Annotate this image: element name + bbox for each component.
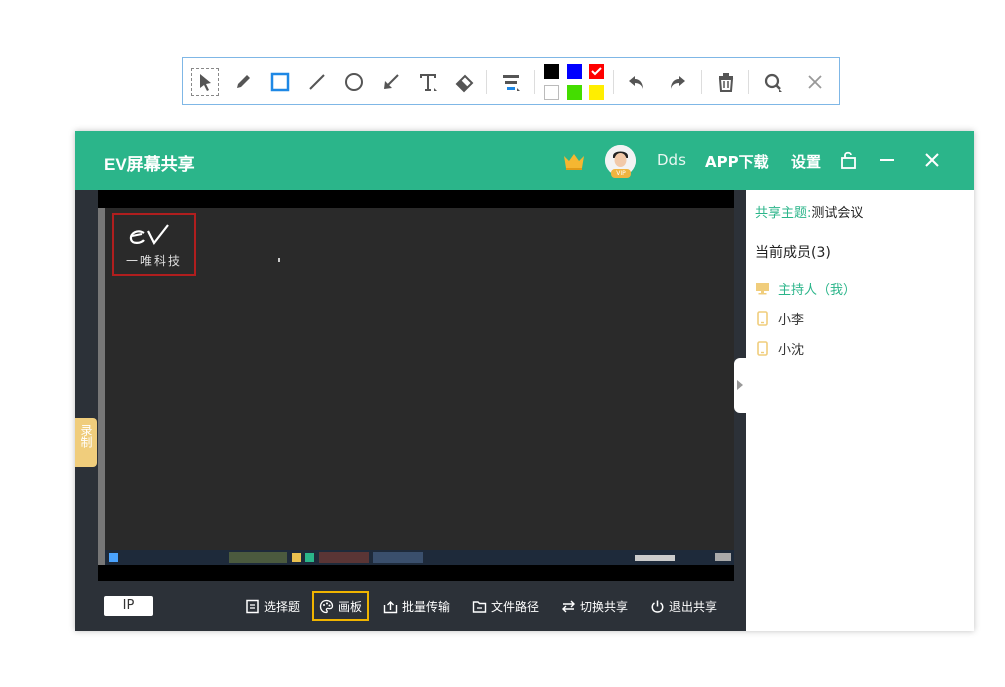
unlock-icon [838, 149, 860, 171]
member-item-xiaoli[interactable]: 小李 [755, 309, 804, 328]
shared-screen-area: 一唯科技 录制 [75, 190, 746, 581]
switch-share-label: 切换共享 [580, 598, 628, 615]
quiz-button-label: 选择题 [264, 598, 300, 615]
monitor-icon [755, 281, 770, 296]
file-path-label: 文件路径 [491, 598, 539, 615]
whiteboard-button[interactable]: 画板 [312, 591, 369, 621]
line-tool[interactable] [303, 68, 331, 96]
whiteboard-button-label: 画板 [338, 598, 362, 615]
pencil-icon [232, 71, 254, 93]
username[interactable]: Dds [657, 151, 686, 169]
eraser-tool[interactable] [451, 68, 479, 96]
ev-logo-icon [126, 219, 186, 249]
close-window-button[interactable] [921, 149, 943, 171]
select-tool[interactable] [191, 68, 219, 96]
member-name: 小沈 [778, 339, 804, 358]
trash-icon [715, 71, 737, 93]
app-download-link[interactable]: APP下载 [705, 151, 769, 172]
switch-share-button[interactable]: 切换共享 [561, 595, 628, 617]
share-topic: 共享主题:测试会议 [755, 202, 863, 221]
checkmark-icon [589, 64, 604, 79]
text-icon [417, 71, 439, 93]
pin-button[interactable] [838, 149, 860, 171]
exit-share-button[interactable]: 退出共享 [650, 595, 717, 617]
minimize-icon [876, 149, 898, 171]
screen-share-window: EV屏幕共享 VIP Dds APP下载 设置 [75, 131, 974, 631]
app-title: EV屏幕共享 [104, 150, 195, 175]
file-path-button[interactable]: 文件路径 [472, 595, 539, 617]
quiz-icon [245, 599, 260, 614]
vip-badge: VIP [611, 169, 631, 178]
color-black-swatch[interactable] [544, 64, 559, 79]
chevron-right-icon [737, 380, 743, 390]
line-icon [306, 71, 328, 93]
line-width-tool[interactable] [497, 68, 525, 96]
logo-text: 一唯科技 [114, 252, 194, 269]
member-name: 小李 [778, 309, 804, 328]
panel-collapse-toggle[interactable] [734, 358, 746, 413]
record-tab-label: 录制 [77, 424, 95, 448]
rectangle-icon [269, 71, 291, 93]
drawing-toolbar [182, 57, 840, 105]
magnifier-icon [762, 71, 784, 93]
batch-transfer-label: 批量传输 [402, 598, 450, 615]
upload-icon [383, 599, 398, 614]
folder-icon [472, 599, 487, 614]
close-icon [804, 71, 826, 93]
phone-icon [755, 341, 770, 356]
redo-icon [666, 71, 688, 93]
eraser-icon [454, 71, 476, 93]
wechat-icon [305, 553, 314, 562]
cursor-arrow-icon [194, 71, 216, 93]
switch-icon [561, 599, 576, 614]
color-yellow-swatch[interactable] [589, 85, 604, 100]
arrow-icon [380, 71, 402, 93]
member-name: 主持人（我） [778, 279, 856, 298]
member-item-host[interactable]: 主持人（我） [755, 279, 856, 298]
members-panel: 共享主题:测试会议 当前成员(3) 主持人（我） 小李 小沈 [746, 190, 974, 631]
text-tool[interactable] [414, 68, 442, 96]
zoom-button[interactable] [759, 68, 787, 96]
ip-button[interactable]: IP [104, 596, 153, 616]
color-green-swatch[interactable] [567, 85, 582, 100]
crown-icon[interactable] [562, 151, 586, 171]
company-logo: 一唯科技 [112, 213, 196, 276]
topic-label: 共享主题: [755, 206, 811, 221]
batch-transfer-button[interactable]: 批量传输 [383, 595, 450, 617]
line-width-icon [500, 71, 522, 93]
member-item-xiaoshen[interactable]: 小沈 [755, 339, 804, 358]
color-blue-swatch[interactable] [567, 64, 582, 79]
record-tab[interactable]: 录制 [75, 418, 97, 467]
arrow-tool[interactable] [377, 68, 405, 96]
close-icon [921, 149, 943, 171]
title-bar: EV屏幕共享 VIP Dds APP下载 设置 [75, 131, 974, 190]
remote-taskbar [105, 550, 734, 565]
exit-share-label: 退出共享 [669, 598, 717, 615]
windows-start-icon [109, 553, 118, 562]
palette-icon [319, 599, 334, 614]
rectangle-tool[interactable] [266, 68, 294, 96]
power-icon [650, 599, 665, 614]
topic-value: 测试会议 [811, 206, 863, 221]
phone-icon [755, 311, 770, 326]
bottom-action-bar: IP 选择题 画板 批量传输 文件路径 切换共享 退出共享 [75, 581, 746, 631]
folder-icon [292, 553, 301, 562]
close-toolbar-button[interactable] [801, 68, 829, 96]
color-red-swatch[interactable] [589, 64, 604, 79]
color-white-swatch[interactable] [544, 85, 559, 100]
redo-button[interactable] [663, 68, 691, 96]
circle-tool[interactable] [340, 68, 368, 96]
undo-icon [626, 71, 648, 93]
settings-link[interactable]: 设置 [791, 151, 821, 172]
delete-button[interactable] [712, 68, 740, 96]
undo-button[interactable] [623, 68, 651, 96]
members-header: 当前成员(3) [755, 242, 831, 262]
circle-icon [343, 71, 365, 93]
shared-screen-preview[interactable]: 一唯科技 [98, 208, 734, 565]
minimize-button[interactable] [876, 149, 898, 171]
pen-tool[interactable] [229, 68, 257, 96]
quiz-button[interactable]: 选择题 [245, 595, 300, 617]
